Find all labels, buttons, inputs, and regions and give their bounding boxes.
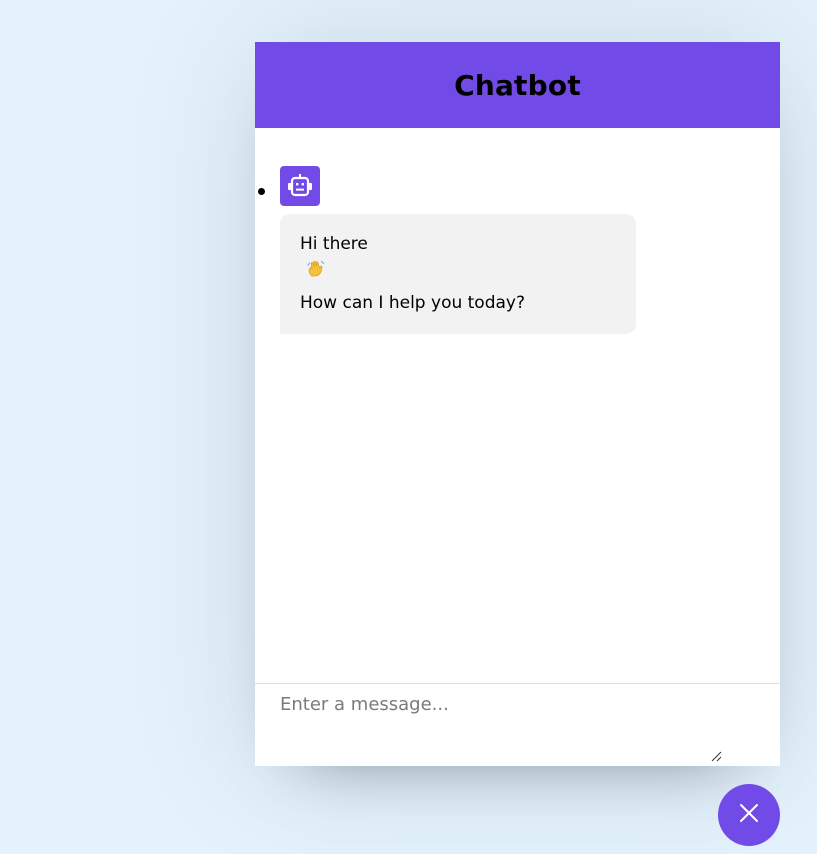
chat-header: Chatbot	[255, 42, 780, 128]
list-bullet	[258, 188, 265, 195]
chat-input-area	[255, 683, 780, 766]
resize-grip-icon[interactable]	[710, 747, 722, 762]
chatbot-toggle-button[interactable]	[718, 784, 780, 846]
close-icon	[738, 802, 760, 828]
chat-message-list: Hi there How can I help you today?	[255, 128, 780, 683]
message-line: How can I help you today?	[300, 293, 526, 313]
message-line: Hi there	[300, 230, 616, 289]
message-greeting: Hi there	[300, 234, 368, 254]
message-bubble: Hi there How can I help you today?	[280, 214, 636, 334]
chat-title: Chatbot	[454, 68, 581, 102]
robot-face-icon	[280, 166, 320, 206]
chatbot-window: Chatbot Hi there How can I help you toda…	[255, 42, 780, 766]
waving-hand-icon	[306, 259, 616, 289]
message-input[interactable]	[255, 684, 780, 766]
incoming-message: Hi there How can I help you today?	[258, 166, 636, 334]
